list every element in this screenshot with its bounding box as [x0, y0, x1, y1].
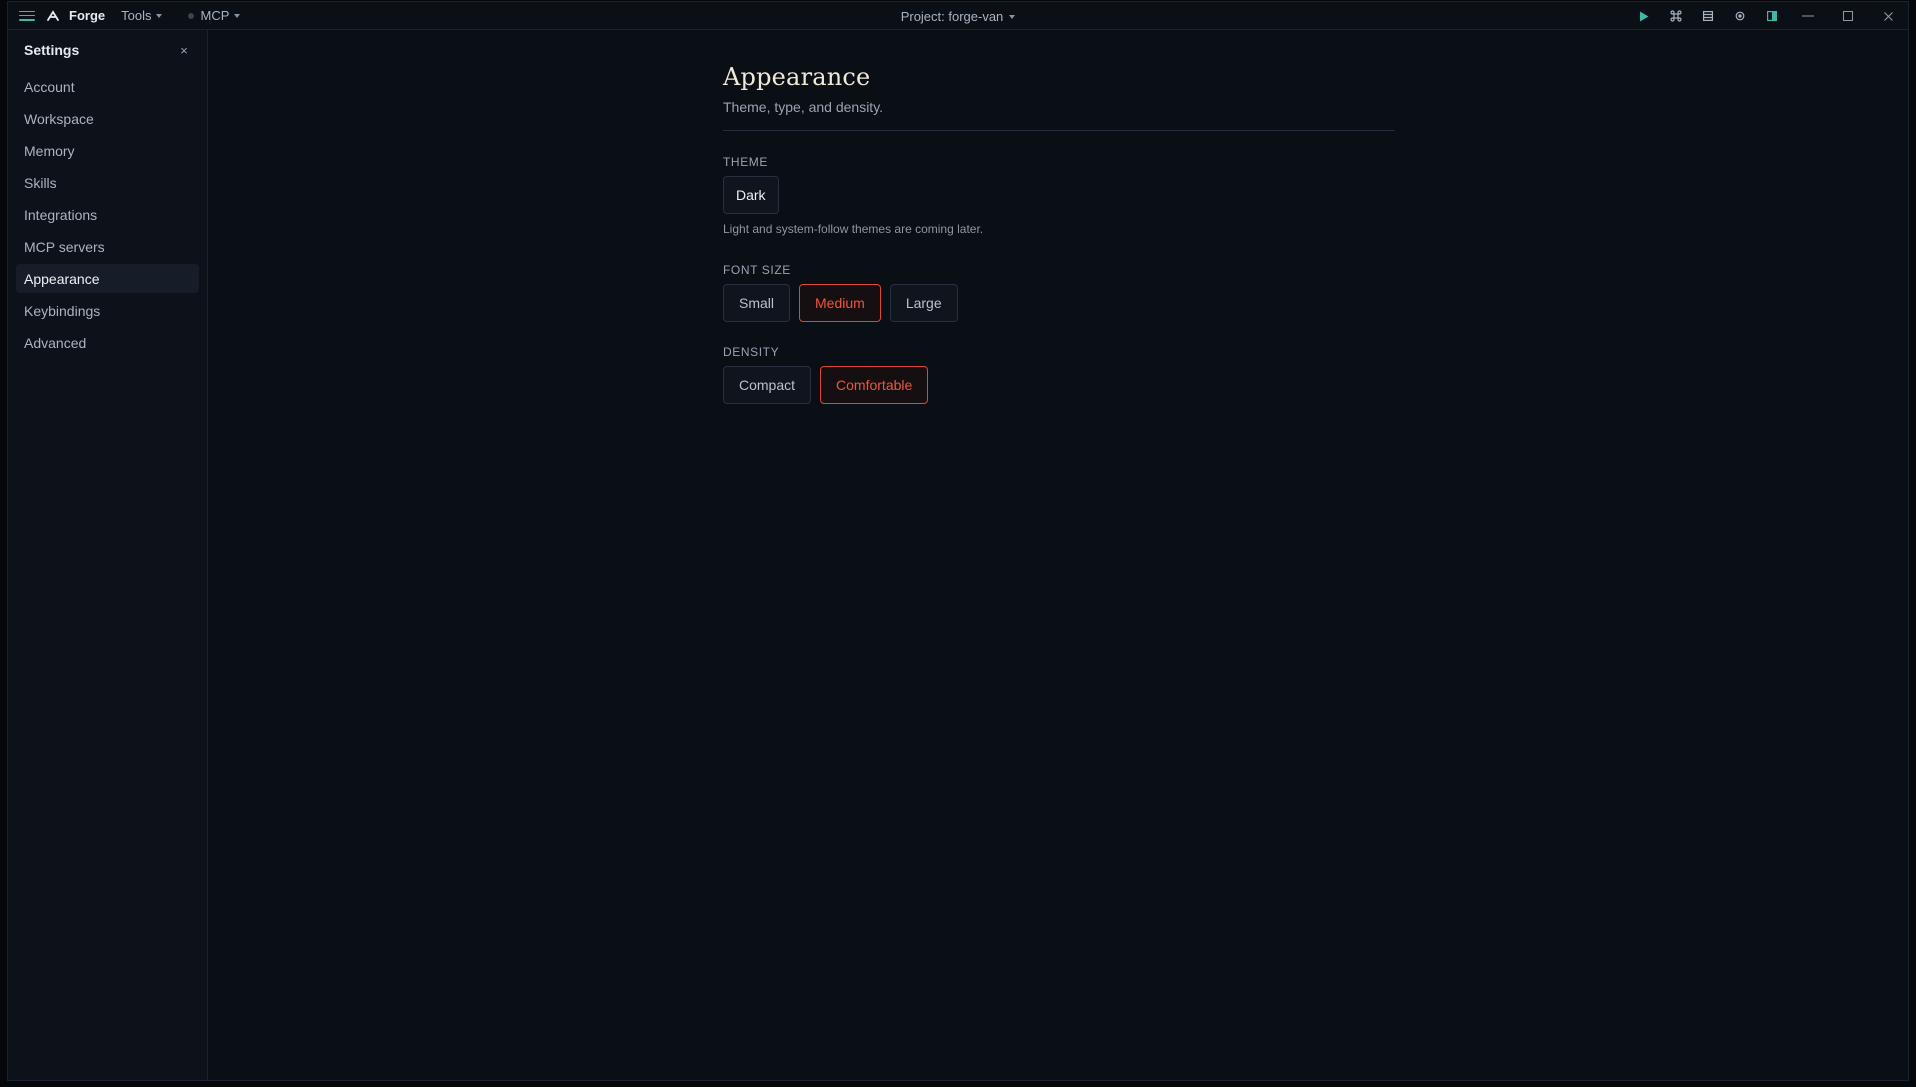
project-label: Project: forge-van — [900, 8, 1004, 24]
font-size-section: FONT SIZE Small Medium Large — [723, 263, 1395, 322]
command-icon[interactable] — [1660, 2, 1692, 30]
split-panel-icon[interactable] — [1756, 2, 1788, 30]
hamburger-menu-icon[interactable] — [19, 10, 35, 22]
font-size-small-button[interactable]: Small — [723, 284, 791, 322]
sidebar-item-mcp-servers[interactable]: MCP servers — [16, 232, 199, 261]
density-compact-button[interactable]: Compact — [723, 366, 812, 404]
sidebar-nav: Account Workspace Memory Skills Integrat… — [8, 72, 207, 357]
mcp-status-dot-icon — [188, 12, 195, 19]
font-size-large-button[interactable]: Large — [889, 284, 958, 322]
page-title: Appearance — [723, 63, 871, 91]
title-bar-center: Project: forge-van — [8, 2, 1908, 30]
chevron-down-icon — [1009, 14, 1016, 19]
sidebar-item-label: Skills — [24, 174, 57, 191]
sidebar-item-label: Advanced — [24, 334, 87, 351]
sidebar-item-label: Keybindings — [24, 302, 101, 319]
divider — [723, 130, 1395, 131]
circle-icon[interactable] — [1724, 2, 1756, 30]
chevron-down-icon — [156, 14, 163, 18]
density-options: Compact Comfortable — [723, 366, 1395, 404]
sidebar-item-label: Workspace — [24, 110, 94, 127]
sidebar-item-memory[interactable]: Memory — [16, 136, 199, 165]
sidebar-item-label: Appearance — [24, 270, 100, 287]
appearance-panel: Appearance Theme, type, and density. THE… — [723, 30, 1395, 404]
font-size-medium-button[interactable]: Medium — [799, 284, 881, 322]
theme-help-text: Light and system-follow themes are comin… — [723, 222, 984, 236]
sidebar-item-skills[interactable]: Skills — [16, 168, 199, 197]
maximize-icon[interactable] — [1828, 2, 1868, 30]
sidebar-item-label: MCP servers — [24, 238, 105, 255]
theme-section: THEME Dark Light and system-follow theme… — [723, 155, 1395, 236]
density-section: DENSITY Compact Comfortable — [723, 345, 1395, 404]
title-bar: Forge Tools MCP Project: forge-van — [8, 2, 1908, 30]
page-subtitle: Theme, type, and density. — [723, 99, 884, 115]
theme-label: THEME — [723, 155, 768, 169]
title-bar-left: Forge Tools MCP — [8, 2, 241, 29]
app-name: Forge — [69, 8, 106, 23]
app-window: Forge Tools MCP Project: forge-van Setti… — [7, 1, 1909, 1081]
sidebar-item-label: Memory — [24, 142, 75, 159]
sidebar-item-account[interactable]: Account — [16, 72, 199, 101]
list-icon[interactable] — [1692, 2, 1724, 30]
density-comfortable-button[interactable]: Comfortable — [820, 366, 929, 404]
mcp-menu[interactable]: MCP — [188, 8, 241, 23]
mcp-menu-label: MCP — [200, 8, 230, 23]
sidebar-item-keybindings[interactable]: Keybindings — [16, 296, 199, 325]
sidebar-title: Settings — [24, 42, 80, 58]
close-settings-button[interactable]: × — [177, 43, 191, 58]
sidebar-item-label: Integrations — [24, 206, 98, 223]
minimize-icon[interactable] — [1788, 2, 1828, 30]
tools-menu[interactable]: Tools — [121, 8, 163, 23]
sidebar-header: Settings × — [8, 30, 207, 70]
sidebar-item-appearance[interactable]: Appearance — [16, 264, 199, 293]
chevron-down-icon — [234, 14, 241, 18]
settings-content: Appearance Theme, type, and density. THE… — [208, 30, 1908, 1080]
close-icon[interactable] — [1868, 2, 1908, 30]
forge-logo-icon — [45, 8, 61, 24]
title-bar-right — [1628, 2, 1908, 30]
font-size-label: FONT SIZE — [723, 263, 791, 277]
settings-sidebar: Settings × Account Workspace Memory Skil… — [8, 30, 208, 1080]
theme-dark-button[interactable]: Dark — [723, 176, 779, 214]
theme-options: Dark — [723, 176, 1395, 214]
sidebar-item-label: Account — [24, 78, 75, 95]
sidebar-item-advanced[interactable]: Advanced — [16, 328, 199, 357]
tools-menu-label: Tools — [121, 8, 152, 23]
font-size-options: Small Medium Large — [723, 284, 1395, 322]
density-label: DENSITY — [723, 345, 780, 359]
project-selector[interactable]: Project: forge-van — [901, 9, 1016, 24]
play-icon[interactable] — [1628, 2, 1660, 30]
sidebar-item-workspace[interactable]: Workspace — [16, 104, 199, 133]
sidebar-item-integrations[interactable]: Integrations — [16, 200, 199, 229]
